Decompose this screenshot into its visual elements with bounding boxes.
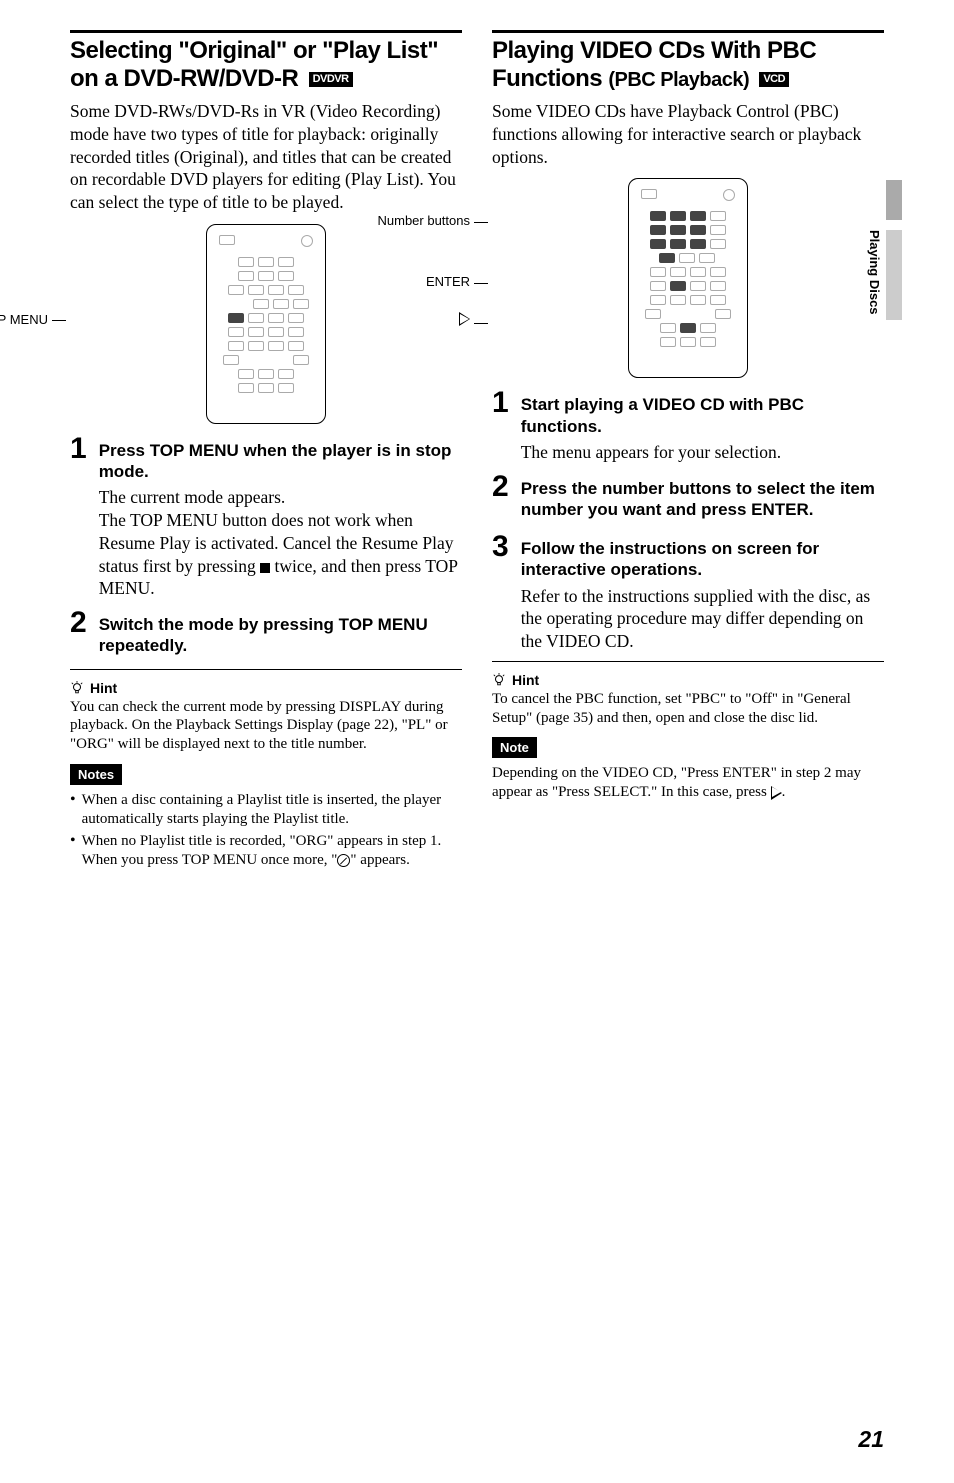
remote-diagram-right: Number buttons ENTER	[492, 178, 884, 378]
step-number: 1	[70, 434, 87, 464]
step-number: 2	[492, 472, 509, 502]
left-step-1: 1 Press TOP MENU when the player is in s…	[70, 434, 462, 600]
right-column: Playing VIDEO CDs With PBC Functions (PB…	[492, 30, 884, 874]
dvdvr-badge: DVDVR	[309, 72, 353, 87]
hint-label: Hint	[90, 680, 117, 696]
hint-text: You can check the current mode by pressi…	[70, 698, 462, 754]
right-step-2: 2 Press the number buttons to select the…	[492, 472, 884, 525]
remote-diagram-left: TOP MENU	[70, 224, 462, 424]
enter-label: ENTER	[426, 274, 492, 289]
hint-header: Hint	[492, 672, 884, 688]
number-buttons-label: Number buttons	[378, 214, 493, 228]
right-step-1: 1 Start playing a VIDEO CD with PBC func…	[492, 388, 884, 463]
step-heading: Switch the mode by pressing TOP MENU rep…	[99, 614, 462, 657]
step-text: The current mode appears.	[99, 486, 462, 509]
vcd-badge: VCD	[759, 72, 789, 87]
right-step-3: 3 Follow the instructions on screen for …	[492, 532, 884, 653]
left-section-title: Selecting "Original" or "Play List" on a…	[70, 37, 462, 92]
play-icon	[771, 786, 782, 800]
right-section-title: Playing VIDEO CDs With PBC Functions (PB…	[492, 37, 884, 92]
step-heading: Start playing a VIDEO CD with PBC functi…	[521, 394, 884, 437]
hint-label: Hint	[512, 672, 539, 688]
notes-badge: Notes	[70, 764, 122, 785]
right-title-sub: (PBC Playback)	[608, 69, 749, 91]
step-number: 1	[492, 388, 509, 418]
step-heading: Follow the instructions on screen for in…	[521, 538, 884, 581]
step-heading: Press the number buttons to select the i…	[521, 478, 884, 521]
lightbulb-icon	[70, 681, 84, 695]
top-menu-label: TOP MENU	[0, 312, 70, 327]
note-text: Depending on the VIDEO CD, "Press ENTER"…	[492, 764, 884, 802]
left-intro: Some DVD-RWs/DVD-Rs in VR (Video Recordi…	[70, 100, 462, 214]
left-title-text: Selecting "Original" or "Play List" on a…	[70, 37, 438, 92]
play-icon	[459, 312, 470, 326]
step-heading: Press TOP MENU when the player is in sto…	[99, 440, 462, 483]
step-number: 3	[492, 532, 509, 562]
hint-header: Hint	[70, 680, 462, 696]
lightbulb-icon	[492, 673, 506, 687]
step-number: 2	[70, 608, 87, 638]
right-intro: Some VIDEO CDs have Playback Control (PB…	[492, 100, 884, 168]
left-column: Selecting "Original" or "Play List" on a…	[70, 30, 462, 874]
step-text: Refer to the instructions supplied with …	[521, 585, 884, 653]
left-step-2: 2 Switch the mode by pressing TOP MENU r…	[70, 608, 462, 661]
prohibit-icon	[337, 854, 350, 867]
hint-text: To cancel the PBC function, set "PBC" to…	[492, 690, 884, 728]
stop-icon	[260, 563, 270, 573]
play-label	[459, 312, 492, 329]
note-badge: Note	[492, 737, 537, 758]
note-bullet: When no Playlist title is recorded, "ORG…	[70, 832, 462, 870]
step-text: The menu appears for your selection.	[521, 441, 884, 464]
step-text: The TOP MENU button does not work when R…	[99, 509, 462, 600]
note-bullet: When a disc containing a Playlist title …	[70, 791, 462, 829]
page-number: 21	[858, 1426, 884, 1453]
